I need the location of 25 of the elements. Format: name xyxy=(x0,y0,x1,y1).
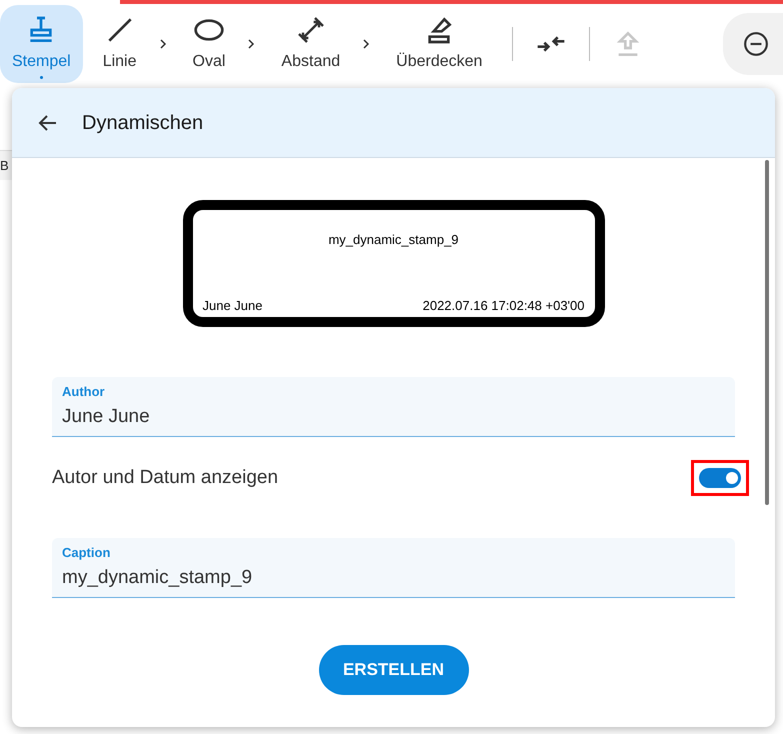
field-label: Author xyxy=(62,383,106,401)
chevron-icon[interactable] xyxy=(158,38,167,50)
zoom-out-button[interactable] xyxy=(723,13,783,75)
tool-button[interactable]: Stempel xyxy=(0,5,83,83)
chevron-icon[interactable] xyxy=(247,38,256,50)
caption-field[interactable]: Caption my_dynamic_stamp_9 xyxy=(52,538,735,598)
dialog-title: Dynamischen xyxy=(82,110,204,136)
stamp-date: 2022.07.16 17:02:48 +03'00 xyxy=(422,296,584,314)
toggle-label: Autor und Datum anzeigen xyxy=(52,466,278,490)
author-field[interactable]: Author June June xyxy=(52,377,735,437)
tool-button[interactable]: Oval xyxy=(180,5,238,83)
tool-button[interactable]: Überdecken xyxy=(384,5,494,83)
tool-button[interactable]: Linie xyxy=(90,5,149,83)
minus-circle-icon xyxy=(743,31,769,57)
create-button[interactable]: ERSTELLEN xyxy=(318,645,468,695)
stamp-author: June June xyxy=(202,296,262,314)
chevron-icon[interactable] xyxy=(362,38,370,50)
tool-button[interactable]: Abstand xyxy=(269,5,352,83)
toggle-switch[interactable] xyxy=(699,468,741,488)
page-text: B xyxy=(0,156,9,175)
scrollbar[interactable] xyxy=(765,160,769,505)
field-value: June June xyxy=(62,404,151,428)
field-value: my_dynamic_stamp_9 xyxy=(62,566,254,590)
field-label: Caption xyxy=(62,544,112,562)
stamp-caption: my_dynamic_stamp_9 xyxy=(327,231,460,249)
